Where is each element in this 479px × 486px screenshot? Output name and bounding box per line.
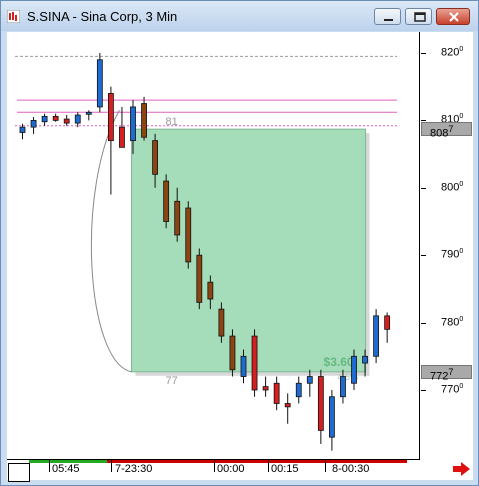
candle-body	[174, 200, 181, 236]
trade-box	[131, 128, 367, 373]
candle-body	[218, 308, 225, 337]
candle-body	[85, 111, 92, 115]
current-price-marker: 8087	[421, 122, 472, 140]
price-tick	[421, 53, 426, 54]
candle-body	[141, 103, 147, 138]
price-tick	[421, 390, 426, 391]
candle-body	[251, 335, 258, 391]
time-label-8-0030: 8-00:30	[332, 463, 370, 475]
box-bottom-label: 77	[166, 375, 178, 387]
price-plot[interactable]: 8177$3.604.5%	[7, 32, 420, 460]
candle-body	[130, 106, 136, 142]
candle-body	[262, 386, 269, 391]
time-label-7-2330: 7-23:30	[115, 463, 153, 475]
trade-link-curve	[90, 110, 132, 373]
time-tick	[111, 460, 112, 472]
price-tick	[421, 255, 426, 257]
candle-body	[384, 315, 391, 330]
price-label: 7900	[441, 248, 464, 261]
candle-body	[207, 281, 214, 300]
chart-window: S.SINA - Sina Corp, 3 Min 81 77 $3.60 4.5% …	[0, 0, 479, 486]
candle-body	[41, 115, 48, 123]
scroll-right-arrow-icon[interactable]	[453, 461, 471, 477]
close-icon	[449, 12, 459, 22]
candle-body	[63, 118, 70, 124]
candle-body	[185, 207, 192, 263]
candle-body	[284, 403, 291, 408]
candle-body	[19, 126, 26, 133]
time-label-0015: 00:15	[271, 463, 299, 475]
candle-body	[362, 355, 368, 364]
candle-body	[30, 120, 37, 128]
time-tick	[325, 460, 326, 472]
time-tick	[49, 460, 50, 472]
candle-body	[295, 382, 302, 398]
candle-body	[240, 355, 247, 377]
price-label: 7700	[441, 383, 464, 396]
minimize-icon	[384, 19, 393, 21]
candle-body	[163, 180, 170, 222]
time-axis[interactable]: 05:45 7-23:30 00:00 00:15 8-00:30	[7, 460, 420, 482]
price-label: 7800	[441, 315, 464, 329]
candle-body	[196, 254, 203, 303]
candle-body	[373, 315, 380, 357]
time-tick	[268, 460, 269, 472]
candle-body	[152, 140, 159, 175]
time-tick	[214, 460, 215, 472]
candle-body	[273, 382, 280, 404]
price-tick	[421, 322, 426, 324]
minimize-button[interactable]	[374, 8, 401, 25]
window-title: S.SINA - Sina Corp, 3 Min	[27, 9, 178, 24]
restore-button[interactable]	[405, 8, 432, 25]
candle-body	[74, 114, 81, 124]
chart-area[interactable]: 81 77 $3.60 4.5% 8200 8100 8000 7900 7800 7700 8…	[7, 32, 473, 482]
time-label-0000: 00:00	[217, 463, 245, 475]
candle-body	[96, 59, 103, 108]
candle-body	[229, 335, 236, 371]
title-bar[interactable]: S.SINA - Sina Corp, 3 Min	[1, 1, 478, 31]
restore-icon	[414, 12, 426, 22]
profit-label: $3.60	[324, 355, 354, 369]
candle-body	[351, 355, 357, 384]
last-price-marker: 7727	[421, 364, 472, 382]
candle-body	[340, 376, 346, 398]
price-label: 8200	[441, 46, 464, 59]
price-axis[interactable]: 8200 8100 8000 7900 7800 7700	[421, 32, 473, 460]
candle-body	[108, 93, 114, 142]
price-label: 8000	[441, 180, 464, 194]
candle-body	[119, 126, 125, 148]
candle-body	[306, 376, 313, 384]
candle-body	[328, 396, 335, 438]
box-top-label: 81	[166, 116, 178, 128]
candle-body	[52, 115, 59, 121]
price-tick	[421, 187, 426, 189]
candle-body	[317, 376, 324, 431]
close-button[interactable]	[436, 8, 470, 25]
chart-app-icon	[7, 10, 20, 23]
time-label-0545: 05:45	[52, 463, 80, 475]
